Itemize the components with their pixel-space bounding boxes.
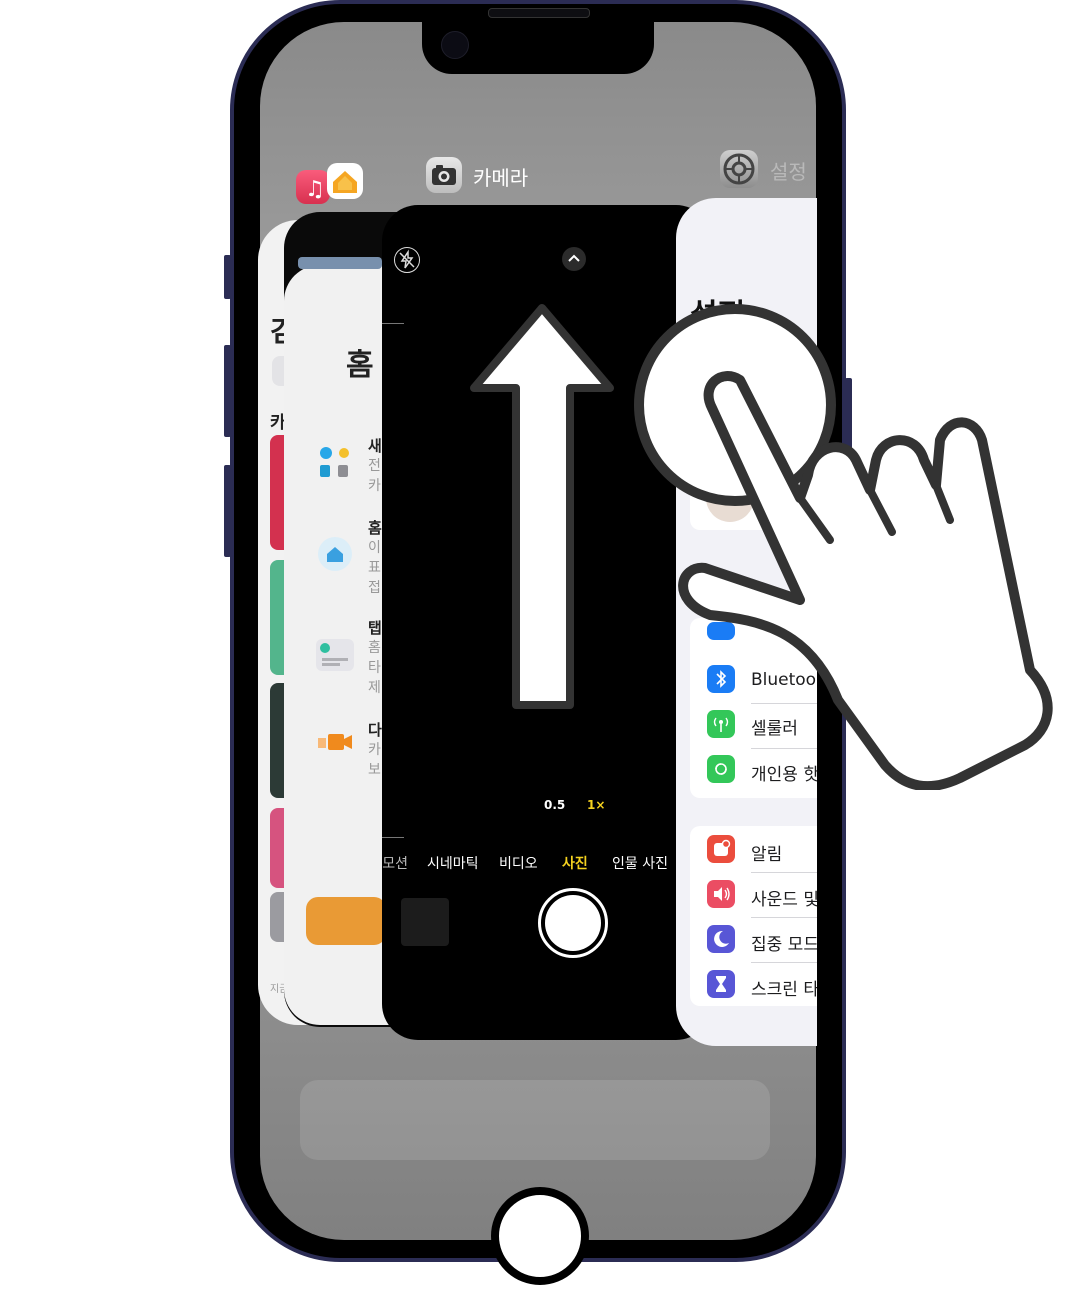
sound-row-label[interactable]: 사운드 및 햅틱	[751, 885, 817, 910]
notifications-row-label[interactable]: 알림	[751, 840, 782, 865]
photo-thumbnail[interactable]	[401, 898, 449, 946]
home-item-3-title: 탭	[368, 619, 382, 637]
home-gesture-indicator	[491, 1187, 589, 1285]
focus-row-label[interactable]: 집중 모드	[751, 930, 817, 955]
separator	[751, 962, 817, 963]
sound-icon	[707, 880, 735, 908]
home-card-title: 홈	[346, 348, 374, 383]
camera-app-label: 카메라	[473, 166, 529, 190]
home-app-icon[interactable]	[327, 163, 363, 199]
blurred-dock	[300, 1080, 770, 1160]
action-button	[224, 255, 231, 299]
swipe-up-arrow-icon	[470, 304, 614, 709]
volume-down-button	[224, 465, 231, 557]
focus-icon	[707, 925, 735, 953]
pointing-hand-icon	[634, 304, 1053, 790]
svg-text:♫: ♫	[305, 177, 325, 202]
settings-app-icon[interactable]	[720, 150, 758, 188]
home-item-3-line-2: 타	[368, 660, 381, 676]
camera-options-chevron-icon[interactable]	[562, 247, 586, 271]
home-item-1-line-2: 카	[368, 478, 381, 494]
mode-portrait[interactable]: 인물 사진	[612, 853, 668, 873]
home-item-3-line-3: 제	[368, 680, 381, 696]
screen-time-row-label[interactable]: 스크린 타임	[751, 975, 817, 1000]
home-item-1-line-1: 전	[368, 458, 381, 474]
home-item-4-line-2: 보	[368, 762, 381, 778]
mode-video[interactable]: 비디오	[499, 853, 538, 873]
separator	[751, 872, 817, 873]
viewfinder-frame-bottom	[382, 837, 404, 838]
camera-app-icon[interactable]	[426, 157, 462, 193]
home-continue-button[interactable]	[306, 897, 386, 945]
screen-time-icon	[707, 970, 735, 998]
separator	[751, 917, 817, 918]
mode-cinematic[interactable]: 시네마틱	[427, 853, 479, 873]
mode-photo[interactable]: 사진	[562, 853, 588, 873]
home-item-2-title: 홈	[368, 519, 382, 537]
home-item-1-title: 새	[368, 437, 382, 455]
settings-app-label: 설정	[770, 160, 807, 184]
home-item-2-line-3: 접	[368, 580, 381, 596]
home-card-top-strip	[298, 257, 382, 269]
flash-off-icon[interactable]	[394, 247, 420, 273]
home-item-2-line-1: 이	[368, 540, 381, 556]
notifications-icon	[707, 835, 735, 863]
viewfinder-frame-top	[382, 323, 404, 324]
zoom-0-5-button[interactable]: 0.5	[544, 798, 565, 812]
home-item-2-line-2: 표	[368, 560, 381, 576]
shutter-button[interactable]	[538, 888, 608, 958]
home-item-3-line-1: 홈	[368, 640, 381, 656]
volume-up-button	[224, 345, 231, 437]
speaker-grille	[488, 8, 590, 18]
home-house-icon	[318, 537, 352, 571]
home-accessories-icon	[318, 445, 354, 481]
home-item-4-line-1: 카	[368, 742, 381, 758]
home-card-widget-icon	[316, 639, 354, 671]
mode-motion[interactable]: 모션	[382, 853, 408, 873]
music-app-icon[interactable]: ♫	[296, 170, 330, 204]
front-camera	[441, 31, 469, 59]
home-camera-icon	[316, 730, 354, 756]
zoom-1x-button[interactable]: 1×	[587, 798, 605, 812]
home-item-4-title: 다	[368, 721, 382, 739]
